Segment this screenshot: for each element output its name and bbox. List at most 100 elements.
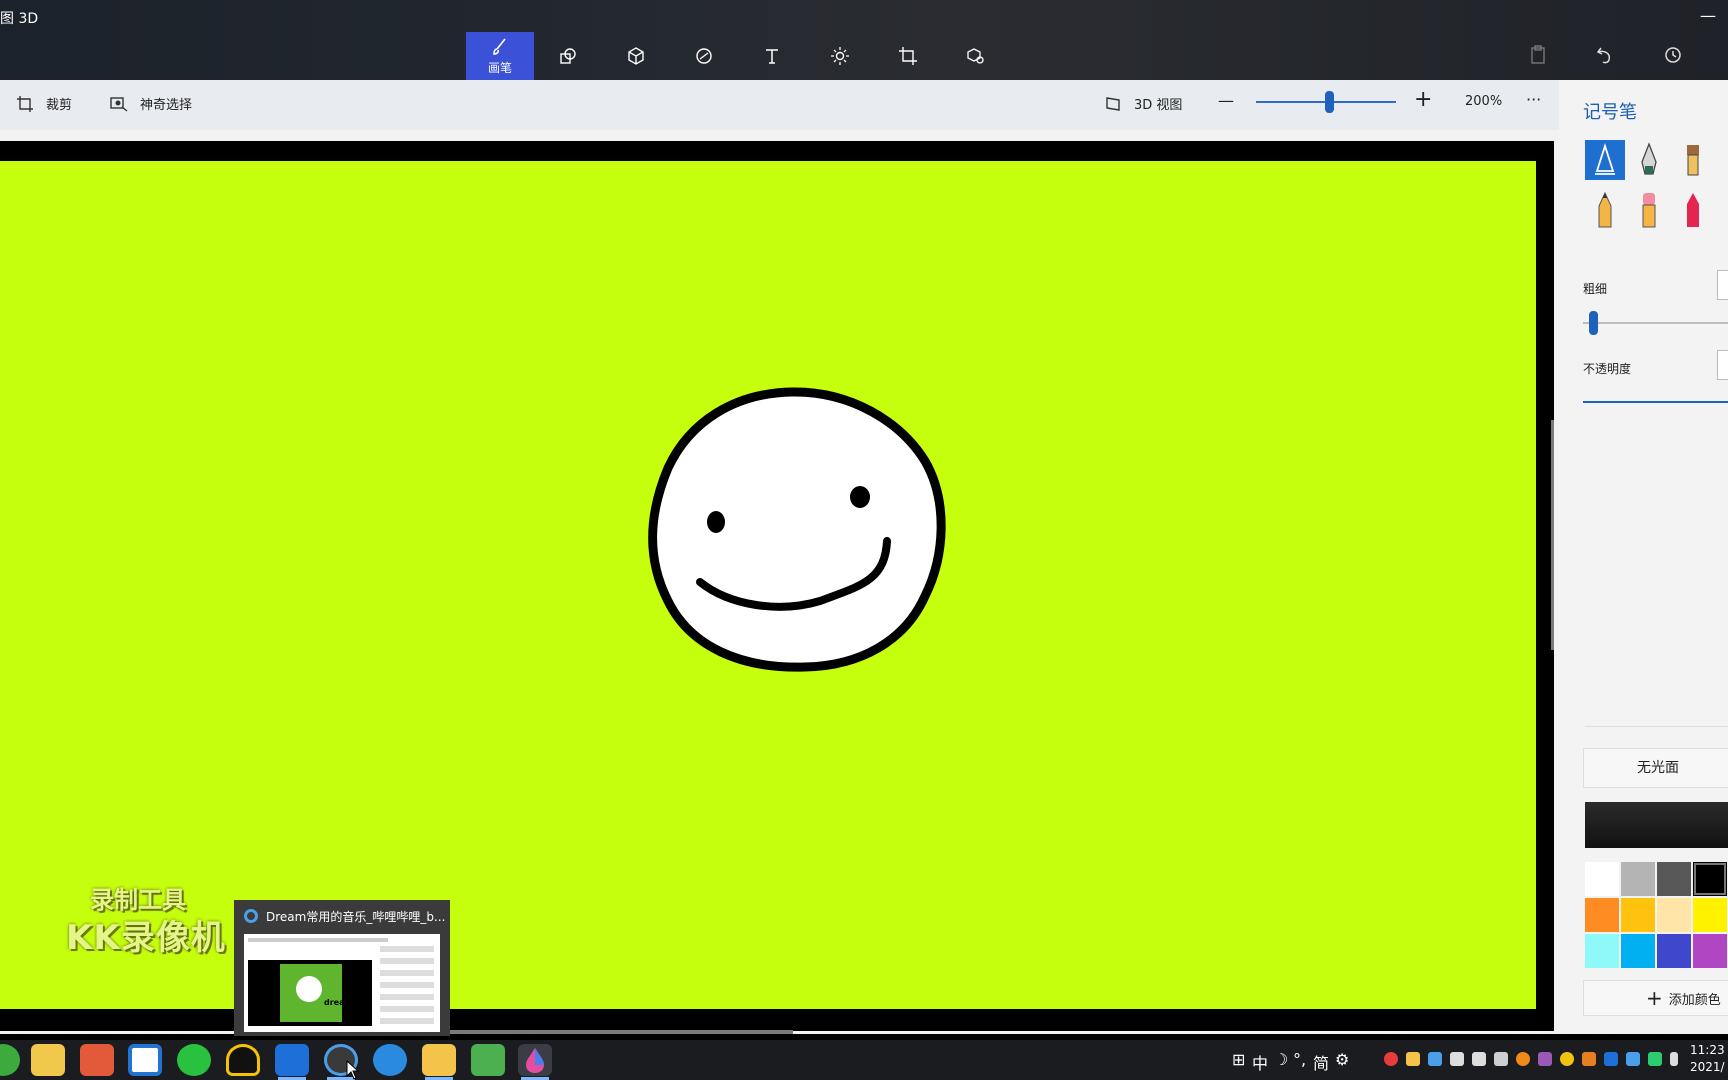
tray-folder-icon[interactable] bbox=[1406, 1052, 1420, 1066]
color-swatch[interactable] bbox=[1621, 862, 1655, 896]
color-swatch[interactable] bbox=[1693, 898, 1727, 932]
horizontal-scrollbar[interactable] bbox=[450, 1030, 793, 1034]
undo-icon[interactable] bbox=[1594, 44, 1616, 66]
tray-app-yellow-icon[interactable] bbox=[1560, 1052, 1574, 1066]
tool-3d-shapes[interactable] bbox=[602, 32, 670, 80]
color-swatch[interactable] bbox=[1657, 862, 1691, 896]
tray-volume-icon[interactable] bbox=[1494, 1052, 1508, 1066]
zoom-slider-thumb[interactable] bbox=[1325, 91, 1334, 113]
more-options-button[interactable]: ··· bbox=[1526, 90, 1541, 109]
color-swatch[interactable] bbox=[1657, 934, 1691, 968]
brush-calligraphy-pen[interactable] bbox=[1629, 140, 1669, 180]
tool-stickers[interactable] bbox=[670, 32, 738, 80]
tool-2d-shapes[interactable] bbox=[534, 32, 602, 80]
canvas-crop-icon bbox=[899, 47, 917, 65]
clock-time: 11:23 bbox=[1690, 1043, 1725, 1057]
brush-panel: 记号笔 粗细 不透明度 无光面 + 添加颜色 bbox=[1559, 80, 1728, 1034]
color-swatch[interactable] bbox=[1621, 934, 1655, 968]
tool-effects[interactable] bbox=[806, 32, 874, 80]
zoom-in-button[interactable]: + bbox=[1414, 87, 1432, 112]
brush-eraser[interactable] bbox=[1629, 190, 1669, 230]
thickness-value-box[interactable] bbox=[1717, 270, 1728, 300]
color-swatch[interactable] bbox=[1585, 934, 1619, 968]
panel-title: 记号笔 bbox=[1583, 102, 1637, 123]
brush-crayon[interactable] bbox=[1673, 190, 1713, 230]
tray-kk-icon[interactable] bbox=[1604, 1052, 1618, 1066]
color-swatch[interactable] bbox=[1621, 898, 1655, 932]
tray-network-icon[interactable] bbox=[1648, 1052, 1662, 1066]
minimize-button[interactable]: — bbox=[1700, 6, 1716, 25]
tray-app-orange-icon[interactable] bbox=[1516, 1052, 1530, 1066]
tray-settings-icon[interactable]: ⚙ bbox=[1335, 1050, 1349, 1069]
taskbar-file-explorer-icon[interactable] bbox=[422, 1044, 456, 1076]
paint3d-drop-icon bbox=[526, 1048, 544, 1073]
paint3d-window: { "app": { "title": "图 3D", "minimize_la… bbox=[0, 0, 1728, 1080]
taskbar-qq-icon[interactable] bbox=[226, 1044, 260, 1076]
sun-effects-icon bbox=[831, 47, 849, 65]
2d-shapes-icon bbox=[560, 48, 576, 64]
opacity-value-box[interactable] bbox=[1717, 350, 1728, 380]
taskbar-app-character-icon[interactable] bbox=[80, 1044, 114, 1076]
tool-text[interactable] bbox=[738, 32, 806, 80]
tray-ime-chinese[interactable]: 中 bbox=[1252, 1050, 1268, 1074]
brush-oil[interactable] bbox=[1673, 140, 1713, 180]
thickness-slider-thumb[interactable] bbox=[1589, 311, 1598, 335]
oil-brush-icon bbox=[1687, 145, 1699, 176]
tray-keyboard-icon[interactable] bbox=[1472, 1052, 1486, 1066]
current-color-preview[interactable] bbox=[1585, 802, 1728, 848]
taskbar-store-icon[interactable] bbox=[128, 1044, 162, 1076]
vertical-scrollbar[interactable] bbox=[1551, 420, 1554, 650]
tray-moon-icon[interactable]: ☽ bbox=[1274, 1050, 1288, 1069]
clock-date: 2021/ bbox=[1690, 1060, 1725, 1074]
calligraphy-pen-icon bbox=[1641, 142, 1657, 175]
tray-app-icon[interactable] bbox=[1428, 1052, 1442, 1066]
thickness-slider-track[interactable] bbox=[1583, 322, 1728, 324]
brush-pencil[interactable] bbox=[1585, 190, 1625, 230]
zoom-out-button[interactable]: — bbox=[1218, 91, 1234, 110]
color-swatch[interactable] bbox=[1657, 898, 1691, 932]
crop-label: 裁剪 bbox=[46, 98, 73, 113]
taskbar-kk-recorder-icon[interactable] bbox=[275, 1044, 309, 1076]
magic-select-button[interactable]: 神奇选择 bbox=[110, 94, 192, 113]
tray-app-icon-2[interactable] bbox=[1582, 1052, 1596, 1066]
taskbar-app-game-icon[interactable] bbox=[31, 1044, 65, 1076]
crop-button[interactable]: 裁剪 bbox=[16, 94, 72, 113]
tray-punctuation[interactable]: °, bbox=[1293, 1050, 1306, 1069]
color-swatch[interactable] bbox=[1585, 898, 1619, 932]
tool-canvas[interactable] bbox=[874, 32, 942, 80]
magic-select-icon bbox=[110, 96, 128, 112]
right-eye bbox=[850, 486, 870, 508]
pencil-icon bbox=[1598, 191, 1612, 228]
sticker-icon bbox=[696, 48, 712, 64]
finish-dropdown[interactable]: 无光面 bbox=[1583, 748, 1728, 788]
add-color-button[interactable]: + 添加颜色 bbox=[1583, 980, 1728, 1016]
taskbar-wechat-icon[interactable] bbox=[177, 1044, 211, 1076]
color-swatch[interactable] bbox=[1693, 862, 1727, 896]
taskbar-clock[interactable]: 11:23 2021/ bbox=[1690, 1042, 1725, 1076]
taskbar-app-blue-icon[interactable] bbox=[373, 1044, 407, 1076]
taskbar-thumbnail-preview[interactable]: Dream常用的音乐_哔哩哔哩_b... dream bbox=[234, 900, 450, 1036]
tray-mic-icon[interactable] bbox=[1670, 1052, 1678, 1066]
color-swatch[interactable] bbox=[1585, 862, 1619, 896]
taskbar-paint3d-icon[interactable] bbox=[518, 1044, 552, 1076]
history-icon[interactable] bbox=[1662, 44, 1684, 66]
view-3d-toggle[interactable]: 3D 视图 bbox=[1104, 94, 1182, 113]
tool-3d-library[interactable] bbox=[942, 32, 1010, 80]
thumbnail-image: dream bbox=[244, 934, 440, 1032]
color-swatch[interactable] bbox=[1693, 934, 1727, 968]
taskbar-minecraft-icon[interactable] bbox=[471, 1044, 505, 1076]
magic-select-label: 神奇选择 bbox=[140, 98, 193, 113]
canvas[interactable] bbox=[0, 161, 1536, 1009]
tool-brushes[interactable]: 画笔 bbox=[466, 32, 534, 80]
tray-grid-icon[interactable]: ⊞ bbox=[1232, 1050, 1245, 1069]
tray-doc-icon[interactable] bbox=[1450, 1052, 1464, 1066]
tray-app-purple-icon[interactable] bbox=[1538, 1052, 1552, 1066]
tray-app-red-icon[interactable] bbox=[1384, 1052, 1398, 1066]
tray-app-icon-3[interactable] bbox=[1626, 1052, 1640, 1066]
paste-icon[interactable] bbox=[1527, 44, 1549, 66]
view-3d-label: 3D 视图 bbox=[1134, 98, 1183, 113]
opacity-slider-track[interactable] bbox=[1583, 401, 1728, 403]
brush-marker[interactable] bbox=[1585, 140, 1625, 180]
tray-simplified[interactable]: 简 bbox=[1313, 1050, 1329, 1074]
plus-icon: + bbox=[1646, 986, 1663, 1010]
